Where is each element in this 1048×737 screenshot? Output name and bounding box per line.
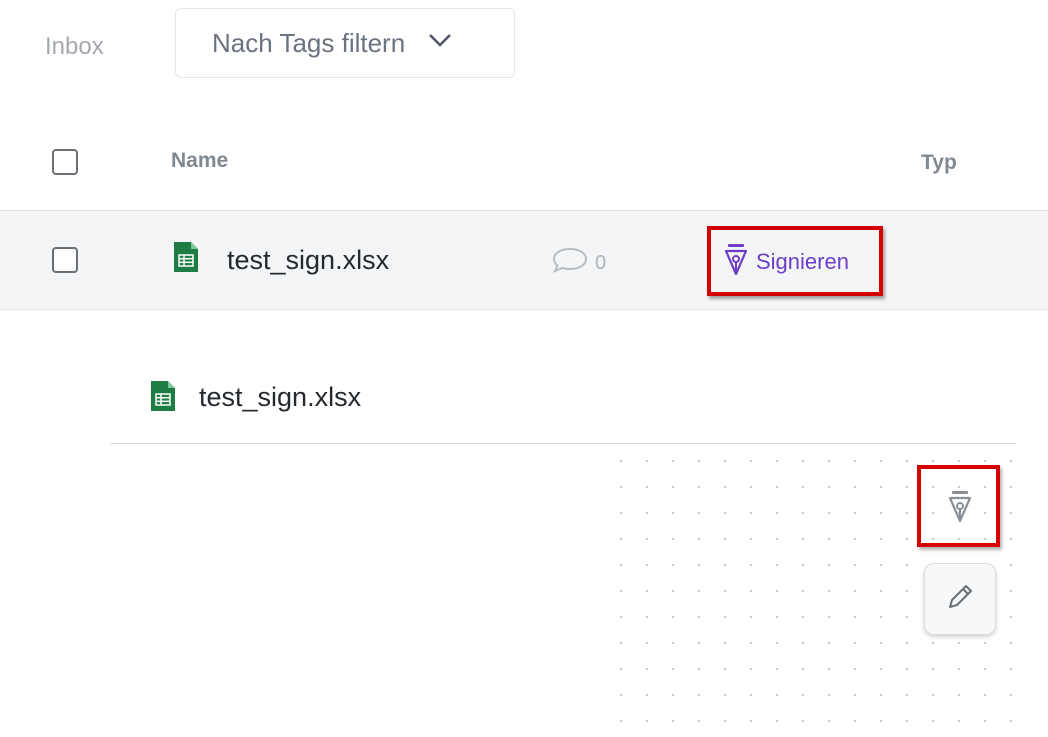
tag-filter-label: Nach Tags filtern [212, 27, 406, 58]
comment-bubble-icon [551, 246, 589, 280]
spreadsheet-icon [174, 242, 198, 277]
spreadsheet-icon [151, 381, 175, 416]
comments-button[interactable]: 0 [551, 246, 606, 280]
fountain-pen-icon [722, 242, 750, 282]
row-checkbox[interactable] [52, 247, 78, 273]
tag-filter-dropdown[interactable]: Nach Tags filtern [175, 8, 515, 78]
sign-tool-button[interactable] [944, 489, 976, 523]
fountain-pen-icon [944, 491, 976, 527]
document-page[interactable] [110, 460, 613, 737]
select-all-checkbox[interactable] [52, 149, 78, 175]
column-header-name[interactable]: Name [171, 149, 228, 173]
column-header-type[interactable]: Typ [921, 151, 957, 175]
inbox-label[interactable]: Inbox [45, 33, 104, 61]
pencil-icon [943, 580, 977, 619]
sign-button[interactable]: Signieren [722, 242, 849, 282]
comment-count: 0 [595, 251, 607, 274]
detail-file-title: test_sign.xlsx [199, 382, 362, 412]
file-name-link[interactable]: test_sign.xlsx [227, 245, 389, 276]
table-row[interactable] [0, 210, 1048, 310]
chevron-down-icon [425, 25, 455, 62]
edit-tool-button[interactable] [924, 563, 996, 635]
sign-button-label: Signieren [756, 249, 849, 274]
